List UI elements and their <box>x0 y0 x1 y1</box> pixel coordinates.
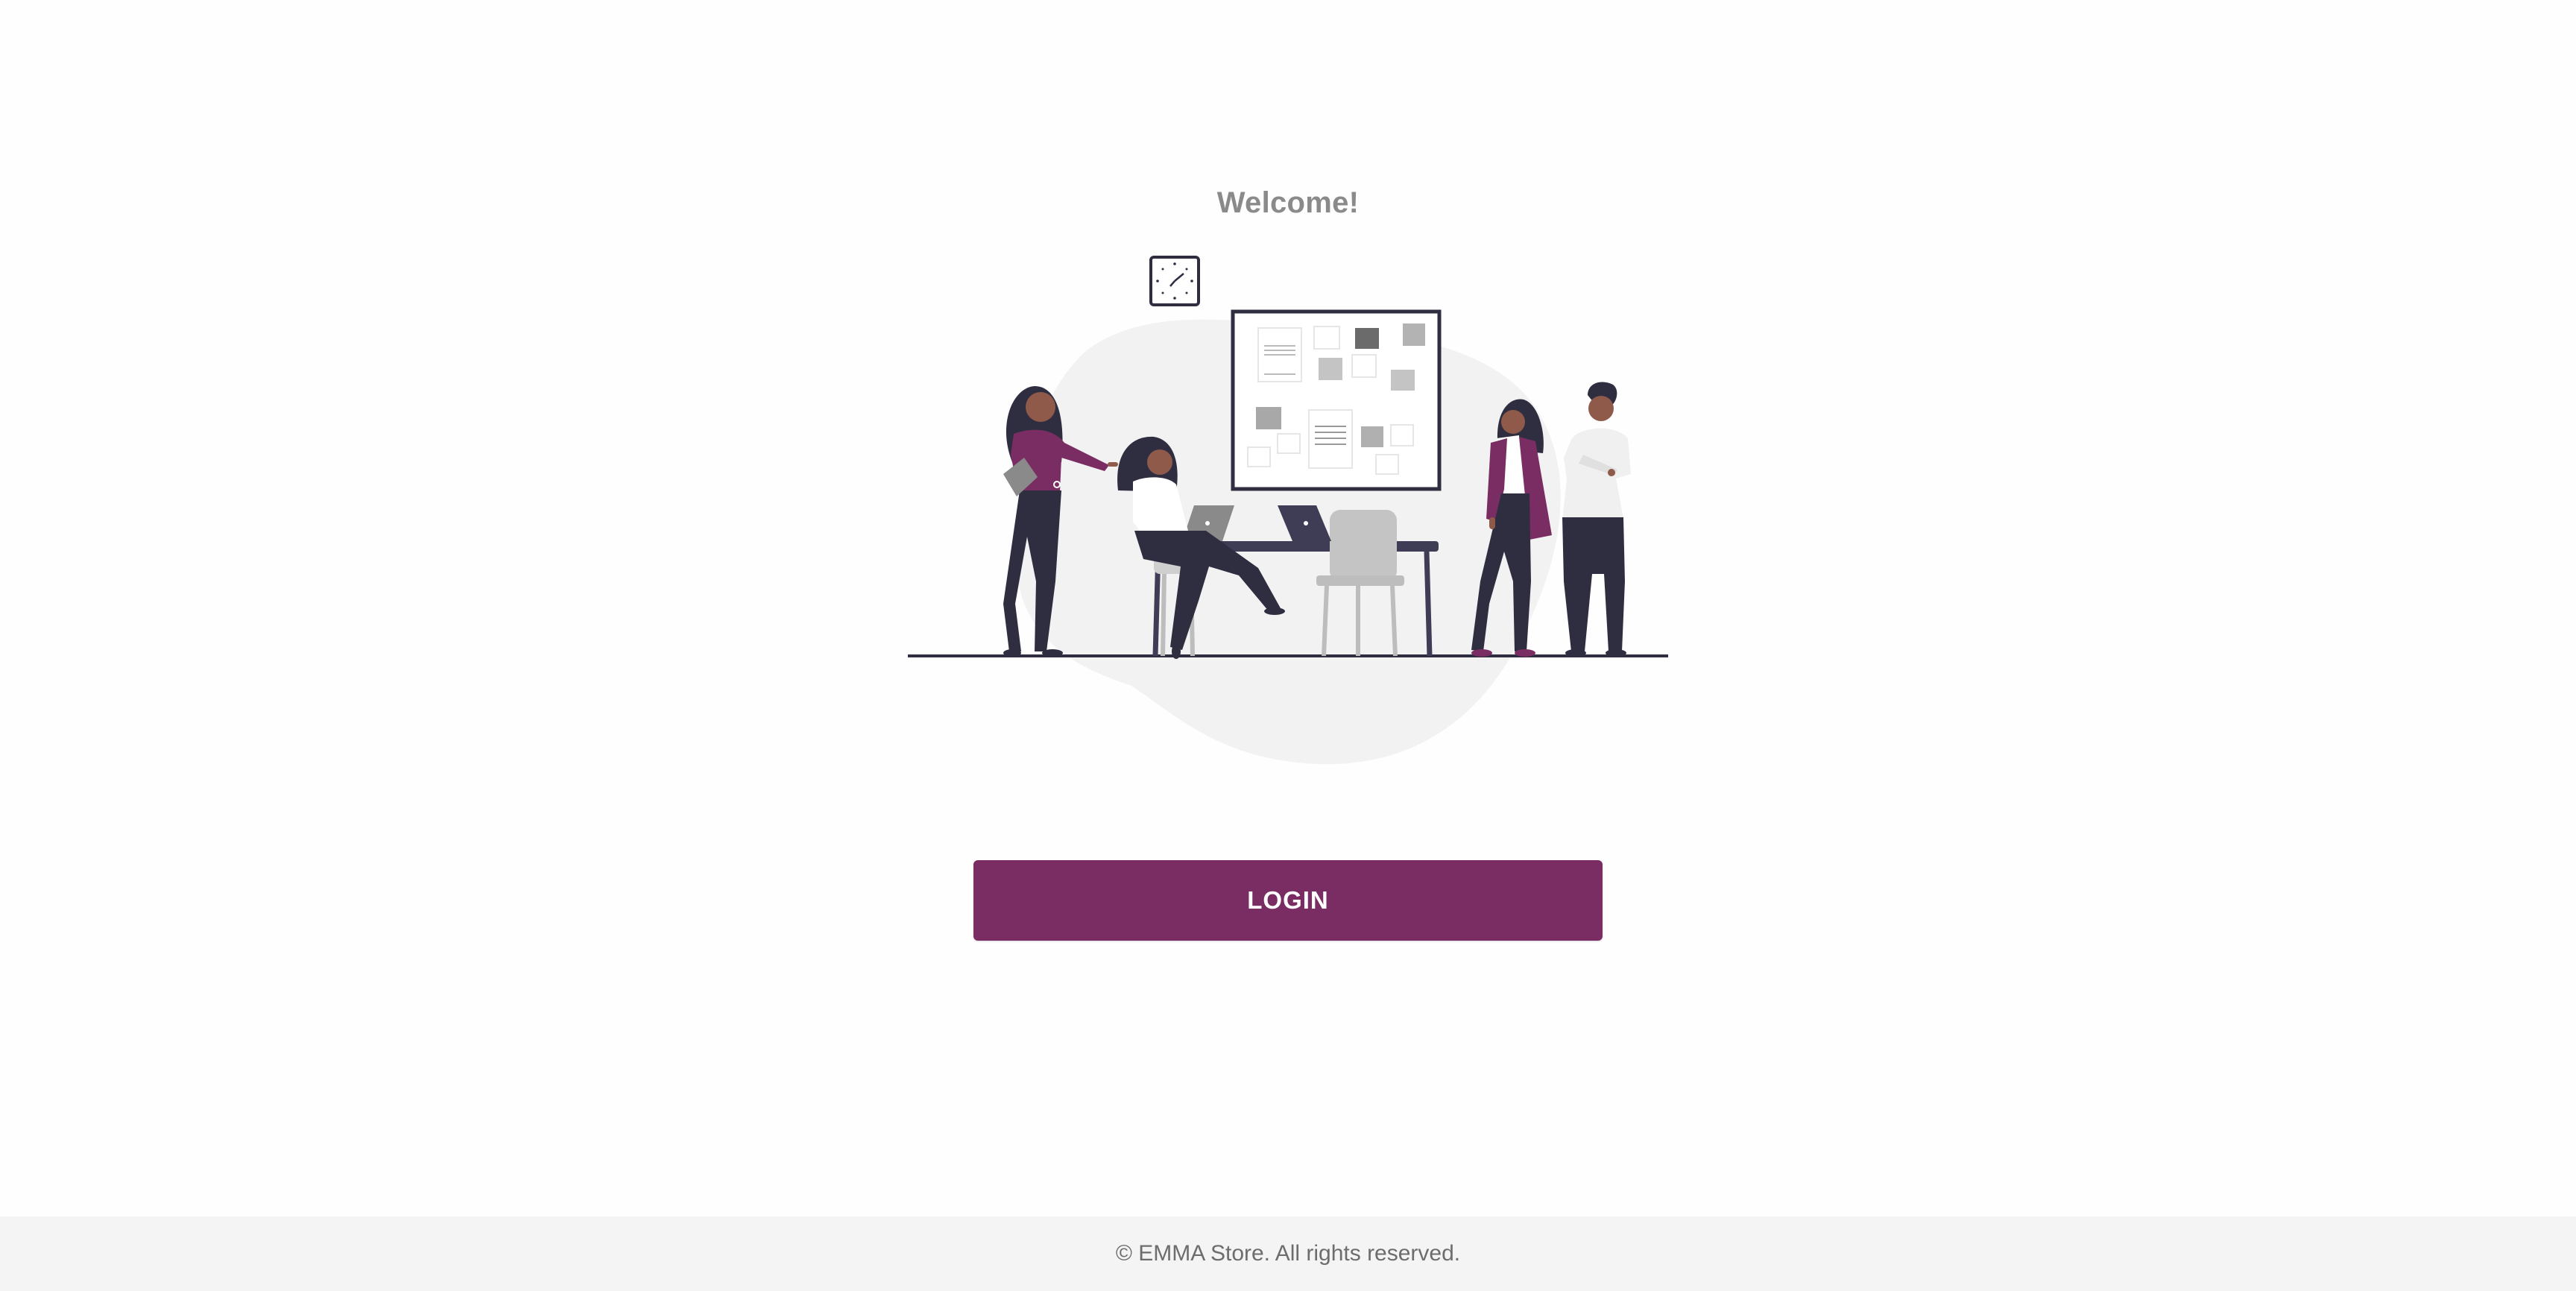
footer: © EMMA Store. All rights reserved. <box>0 1216 2576 1291</box>
login-button[interactable]: LOGIN <box>973 860 1603 941</box>
login-page: Welcome! LOGIN © EMMA Store. All rights … <box>0 0 2576 1291</box>
pinboard-icon <box>1231 309 1442 491</box>
welcome-heading: Welcome! <box>1216 186 1360 219</box>
team-meeting-illustration <box>908 256 1668 765</box>
wall-clock-icon <box>1149 256 1200 306</box>
person-observer <box>1562 382 1631 657</box>
copyright-text: © EMMA Store. All rights reserved. <box>1115 1241 1461 1266</box>
